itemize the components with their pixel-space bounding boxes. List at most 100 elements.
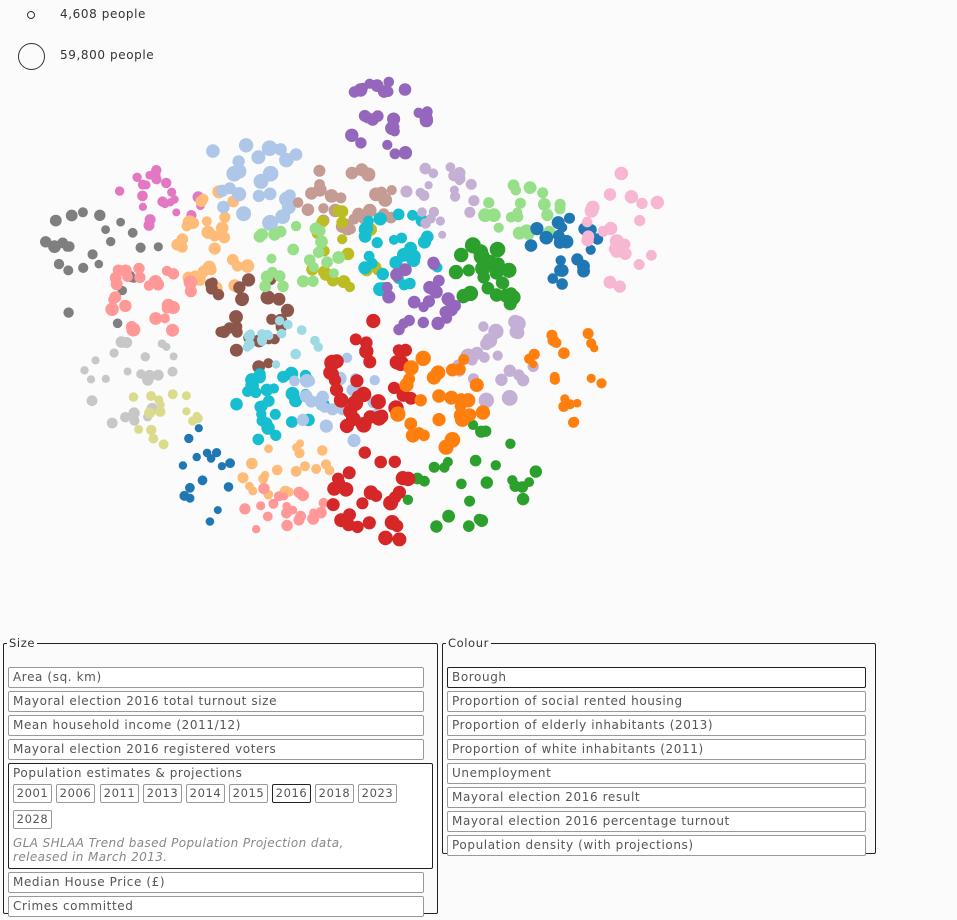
- colour-option-white[interactable]: Proportion of white inhabitants (2011): [447, 739, 866, 760]
- ward-bubble[interactable]: [195, 195, 208, 207]
- ward-bubble[interactable]: [581, 216, 593, 228]
- ward-bubble[interactable]: [407, 295, 421, 309]
- ward-bubble[interactable]: [116, 217, 125, 227]
- ward-bubble[interactable]: [503, 364, 516, 377]
- ward-bubble[interactable]: [326, 498, 340, 512]
- ward-bubble[interactable]: [398, 83, 412, 96]
- ward-bubble[interactable]: [483, 197, 495, 209]
- ward-bubble[interactable]: [386, 185, 397, 196]
- ward-bubble[interactable]: [539, 230, 554, 245]
- ward-bubble[interactable]: [161, 303, 172, 314]
- ward-bubble[interactable]: [524, 239, 538, 252]
- ward-bubble[interactable]: [469, 454, 482, 467]
- ward-bubble[interactable]: [229, 310, 243, 324]
- year-2028[interactable]: 2028: [13, 810, 52, 829]
- ward-bubble[interactable]: [129, 415, 140, 426]
- ward-bubble[interactable]: [456, 478, 467, 490]
- ward-bubble[interactable]: [80, 366, 89, 375]
- colour-option-unemployment[interactable]: Unemployment: [447, 763, 866, 784]
- ward-bubble[interactable]: [373, 212, 387, 226]
- ward-bubble[interactable]: [404, 277, 416, 290]
- ward-bubble[interactable]: [215, 326, 226, 338]
- ward-bubble[interactable]: [337, 275, 351, 289]
- ward-bubble[interactable]: [507, 179, 520, 192]
- ward-bubble[interactable]: [127, 227, 138, 238]
- ward-bubble[interactable]: [489, 241, 506, 258]
- ward-bubble[interactable]: [398, 146, 413, 160]
- ward-bubble[interactable]: [312, 246, 325, 259]
- ward-bubble[interactable]: [238, 292, 249, 304]
- ward-bubble[interactable]: [442, 509, 455, 523]
- ward-bubble[interactable]: [488, 323, 504, 339]
- ward-bubble[interactable]: [213, 506, 222, 515]
- ward-bubble[interactable]: [188, 416, 198, 426]
- ward-bubble[interactable]: [456, 288, 471, 304]
- ward-bubble[interactable]: [297, 489, 310, 502]
- ward-bubble[interactable]: [169, 352, 178, 361]
- ward-bubble[interactable]: [202, 260, 216, 274]
- ward-bubble[interactable]: [285, 386, 300, 401]
- ward-bubble[interactable]: [140, 352, 150, 362]
- ward-bubble[interactable]: [86, 395, 98, 407]
- ward-bubble[interactable]: [480, 476, 493, 489]
- ward-bubble[interactable]: [63, 307, 74, 318]
- ward-bubble[interactable]: [238, 138, 254, 153]
- ward-bubble[interactable]: [432, 389, 446, 403]
- ward-bubble[interactable]: [62, 243, 72, 252]
- ward-bubble[interactable]: [217, 462, 226, 471]
- ward-bubble[interactable]: [516, 481, 529, 493]
- ward-bubble[interactable]: [281, 519, 293, 532]
- ward-bubble[interactable]: [492, 350, 503, 361]
- ward-bubble[interactable]: [138, 202, 147, 211]
- ward-bubble[interactable]: [499, 288, 514, 303]
- ward-bubble[interactable]: [356, 497, 369, 510]
- ward-bubble[interactable]: [293, 514, 305, 526]
- ward-bubble[interactable]: [581, 234, 594, 247]
- ward-bubble[interactable]: [449, 185, 459, 195]
- ward-bubble[interactable]: [469, 378, 484, 393]
- ward-bubble[interactable]: [390, 406, 406, 422]
- ward-bubble[interactable]: [384, 515, 400, 530]
- ward-bubble[interactable]: [464, 495, 476, 507]
- ward-bubble[interactable]: [388, 455, 401, 468]
- ward-bubble[interactable]: [546, 329, 558, 341]
- ward-bubble[interactable]: [40, 236, 52, 248]
- ward-bubble[interactable]: [564, 212, 575, 224]
- ward-bubble[interactable]: [586, 200, 600, 215]
- ward-bubble[interactable]: [512, 226, 526, 240]
- ward-bubble[interactable]: [260, 383, 274, 397]
- ward-bubble[interactable]: [272, 292, 286, 306]
- ward-bubble[interactable]: [148, 433, 159, 444]
- ward-bubble[interactable]: [338, 482, 354, 497]
- ward-bubble[interactable]: [206, 144, 220, 158]
- ward-bubble[interactable]: [268, 498, 279, 509]
- ward-bubble[interactable]: [523, 181, 537, 195]
- ward-bubble[interactable]: [152, 278, 165, 291]
- ward-bubble[interactable]: [462, 264, 475, 277]
- ward-bubble[interactable]: [417, 207, 427, 217]
- ward-bubble[interactable]: [201, 216, 212, 227]
- ward-bubble[interactable]: [252, 433, 265, 446]
- ward-bubble[interactable]: [559, 234, 574, 249]
- ward-bubble[interactable]: [151, 174, 162, 185]
- ward-bubble[interactable]: [495, 276, 509, 290]
- ward-bubble[interactable]: [212, 288, 225, 301]
- ward-bubble[interactable]: [307, 275, 319, 287]
- ward-bubble[interactable]: [413, 107, 424, 119]
- ward-bubble[interactable]: [490, 460, 501, 471]
- ward-bubble[interactable]: [296, 439, 305, 448]
- ward-bubble[interactable]: [475, 514, 489, 527]
- ward-bubble[interactable]: [246, 329, 255, 339]
- ward-bubble[interactable]: [430, 365, 446, 380]
- ward-bubble[interactable]: [94, 259, 104, 269]
- ward-bubble[interactable]: [270, 429, 282, 441]
- ward-bubble[interactable]: [206, 454, 216, 463]
- ward-bubble[interactable]: [339, 418, 354, 434]
- ward-bubble[interactable]: [624, 190, 639, 204]
- ward-bubble[interactable]: [363, 485, 379, 500]
- ward-bubble[interactable]: [537, 187, 549, 199]
- ward-bubble[interactable]: [556, 264, 569, 277]
- ward-bubble[interactable]: [495, 373, 508, 386]
- ward-bubble[interactable]: [253, 370, 266, 384]
- ward-bubble[interactable]: [335, 205, 349, 218]
